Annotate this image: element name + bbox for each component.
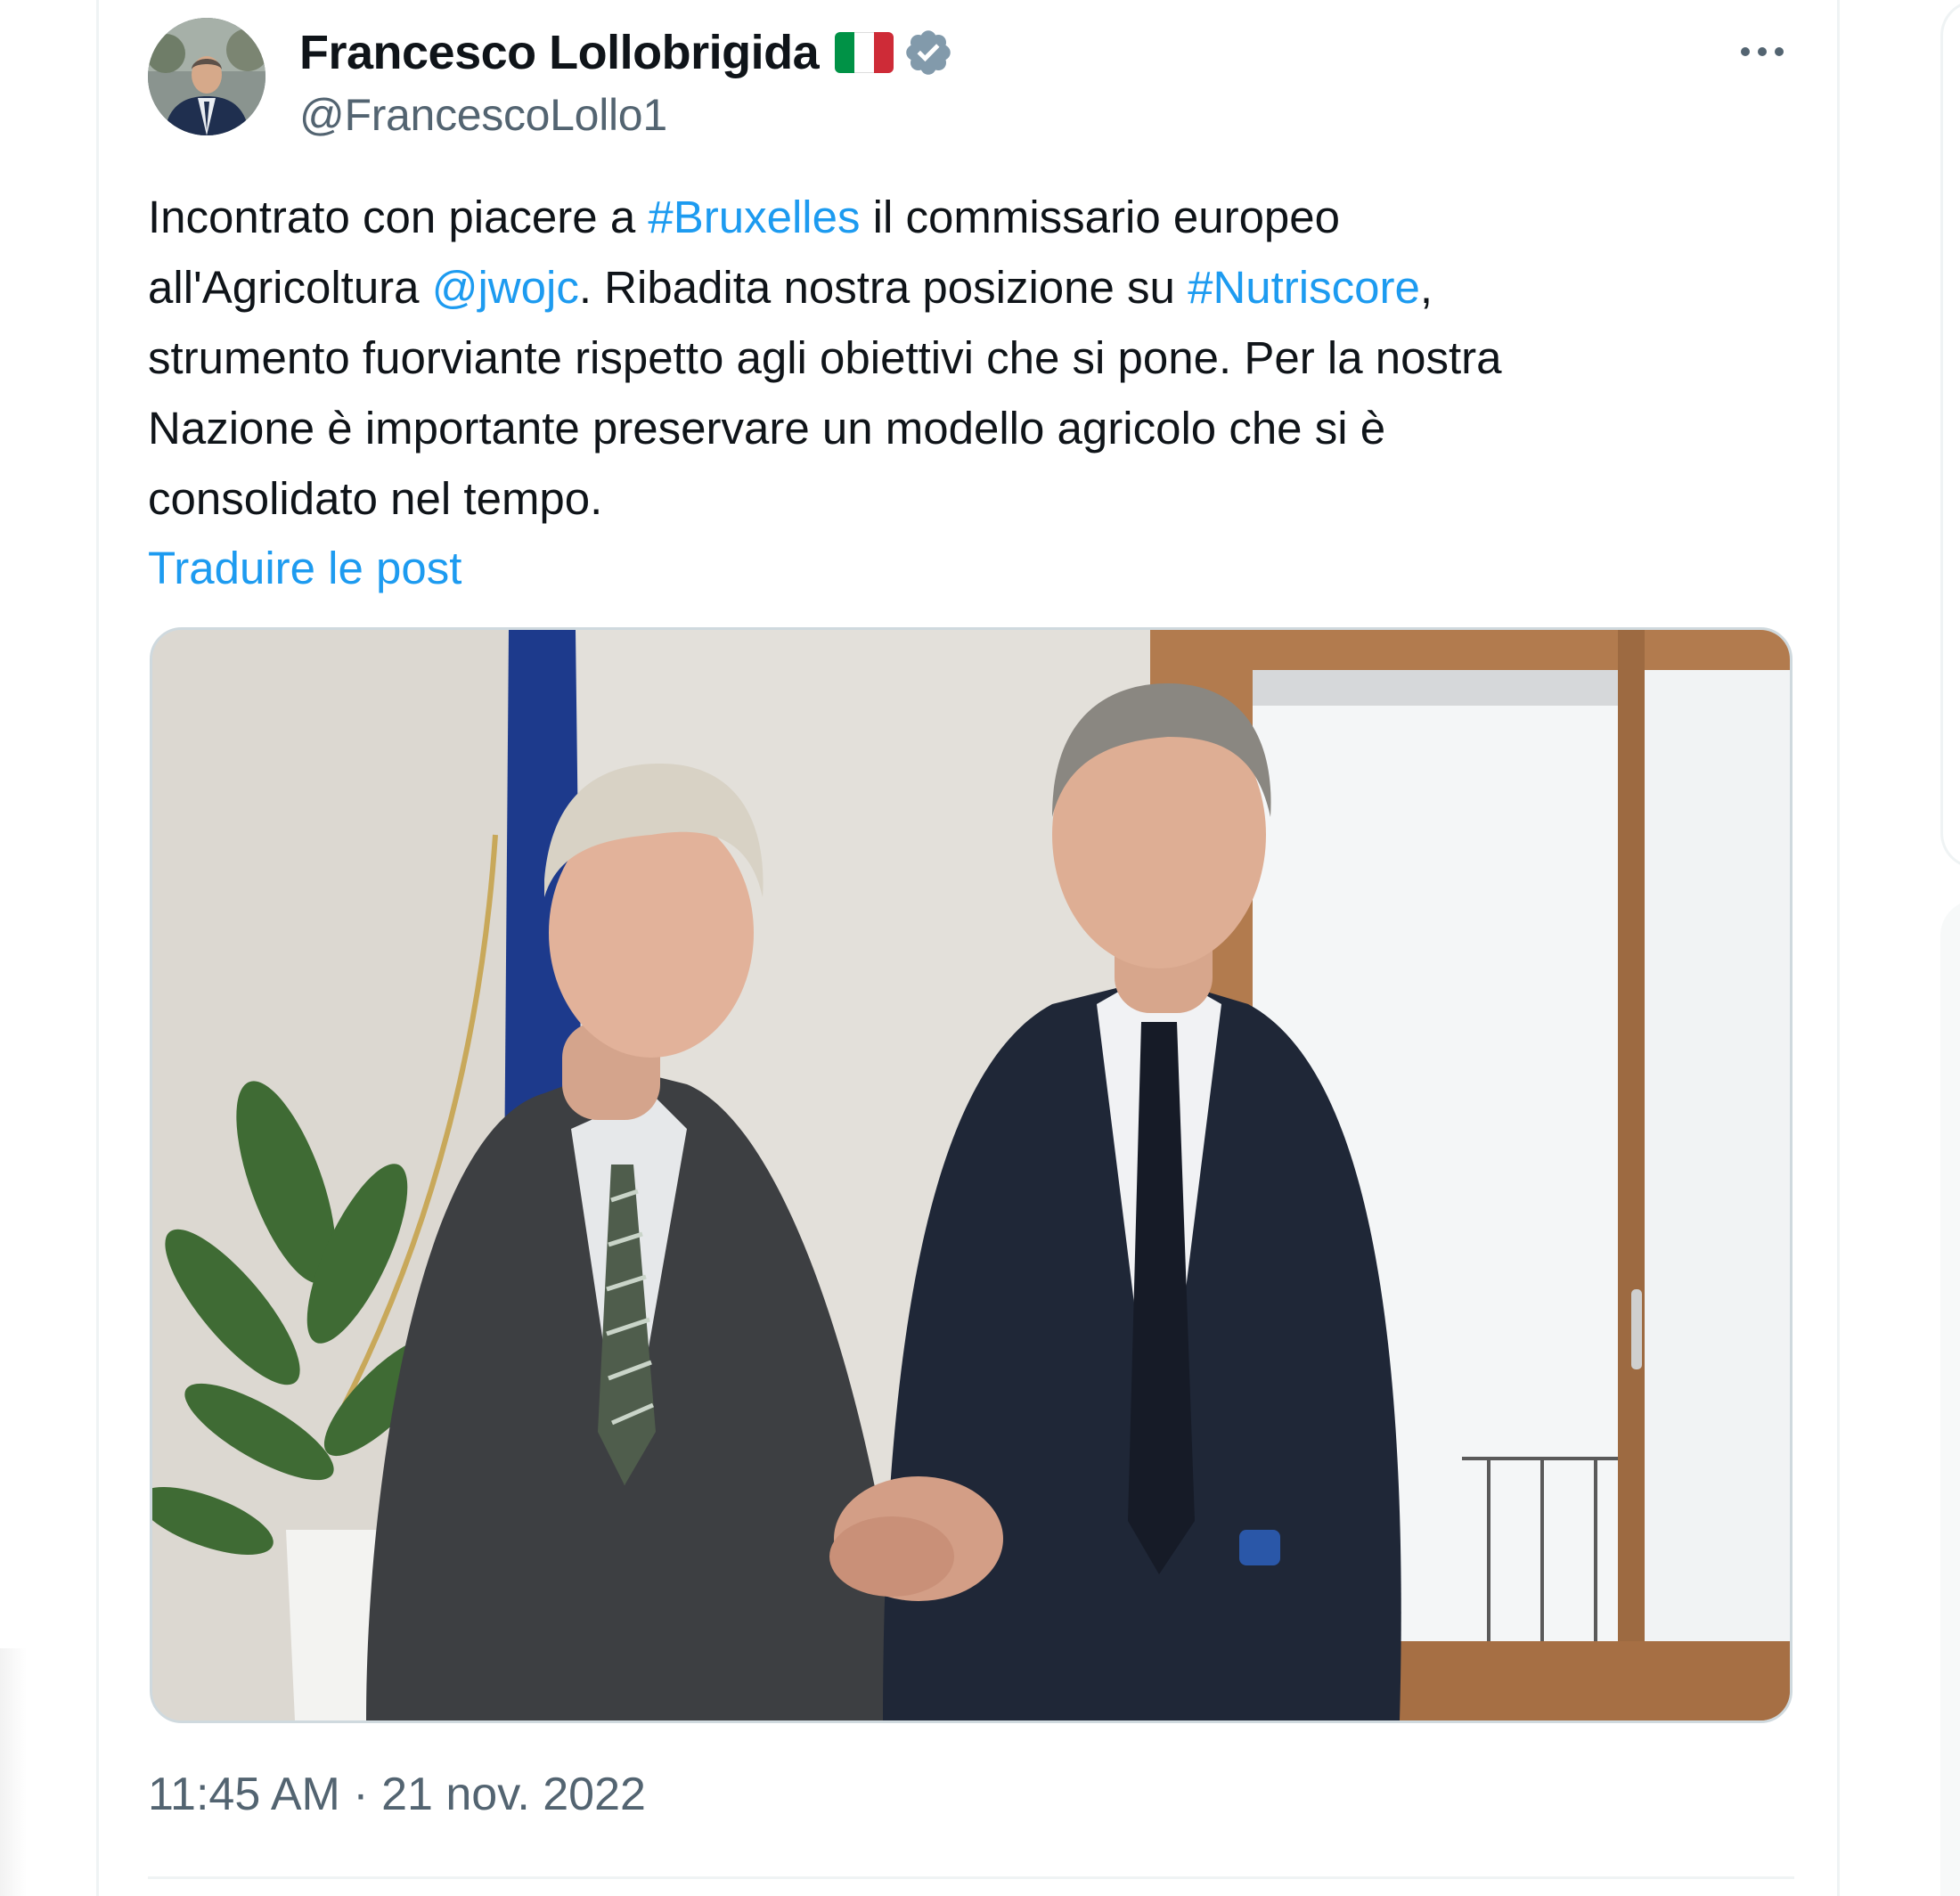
photo-handshake-image [152,630,1790,1720]
column-border-left [96,0,99,1896]
tweet-text-line: Incontrato con piacere a #Bruxelles il c… [148,182,1823,252]
tweet-timestamp[interactable]: 11:45 AM · 21 nov. 2022 [148,1768,646,1821]
tweet-page: Francesco Lollobrigida @FrancescoLollo1 … [0,0,1960,1896]
timestamp-date[interactable]: 21 nov. 2022 [381,1768,646,1821]
tweet-divider [148,1876,1794,1879]
avatar-portrait-icon [148,18,265,135]
translate-post-link[interactable]: Traduire le post [148,533,461,603]
text-fragment: all'Agricoltura [148,262,432,313]
flag-white-stripe [854,32,875,73]
hashtag-nutriscore-link[interactable]: #Nutriscore [1188,262,1420,313]
more-horizontal-icon-dot [1775,47,1784,56]
text-fragment: , [1419,262,1433,313]
mention-jwojc-link[interactable]: @jwojc [432,262,579,313]
author-avatar[interactable] [148,18,265,135]
tweet-text-line: strumento fuorviante rispetto agli obiet… [148,332,1502,383]
more-horizontal-icon-dot [1758,47,1767,56]
timestamp-separator: · [339,1769,382,1820]
text-fragment: Incontrato con piacere a [148,192,649,242]
timestamp-time[interactable]: 11:45 AM [148,1768,340,1821]
sidebar-panel-edge [1940,0,1960,869]
sidebar-panel-edge-lower [1940,900,1960,1896]
tweet-text: Incontrato con piacere a #Bruxelles il c… [148,182,1823,534]
tweet-text-line: all'Agricoltura @jwojc. Ribadita nostra … [148,252,1823,323]
text-fragment: il commissario europeo [860,192,1341,242]
text-fragment: . Ribadita nostra posizione su [578,262,1188,313]
author-display-name[interactable]: Francesco Lollobrigida [299,25,820,80]
more-horizontal-icon [1741,47,1750,56]
tweet-photo[interactable] [150,627,1793,1723]
author-handle[interactable]: @FrancescoLollo1 [299,89,954,141]
flag-green-stripe [835,32,855,73]
hashtag-bruxelles-link[interactable]: #Bruxelles [648,192,860,242]
more-options-button[interactable] [1728,32,1796,71]
author-name-row: Francesco Lollobrigida [299,21,954,84]
left-edge-shade [0,1648,27,1896]
flag-red-stripe [874,32,894,73]
tweet-text-line: consolidato nel tempo. [148,473,603,524]
tweet-text-line: Nazione è importante preservare un model… [148,403,1386,454]
italy-flag-icon [835,32,894,73]
column-border-right [1837,0,1840,1896]
author-block: Francesco Lollobrigida @FrancescoLollo1 [299,21,954,141]
verified-badge-icon[interactable] [902,27,954,78]
